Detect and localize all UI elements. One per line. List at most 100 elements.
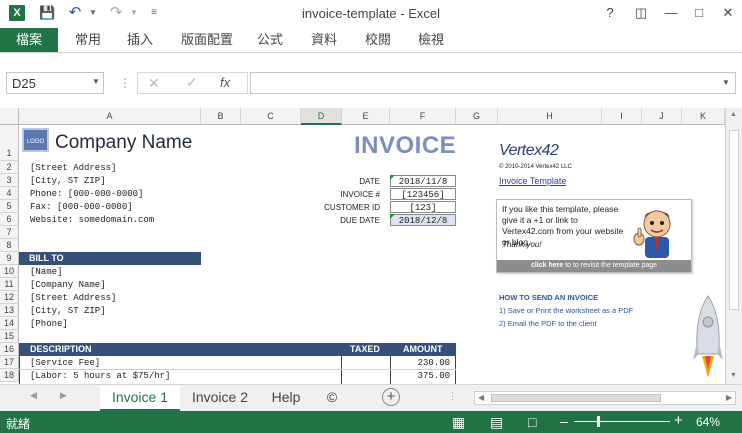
sheet-prev-icon[interactable]: ◀ xyxy=(30,390,37,401)
formula-input[interactable] xyxy=(250,72,736,94)
horizontal-scrollbar[interactable]: ◀ ▶ xyxy=(474,391,736,405)
row-header[interactable]: 18 xyxy=(0,369,19,382)
tab-home[interactable]: 常用 xyxy=(68,28,108,52)
column-header-h[interactable]: H xyxy=(498,108,602,125)
minimize-icon[interactable]: — xyxy=(663,5,679,21)
tab-insert[interactable]: 插入 xyxy=(120,28,160,52)
row-header[interactable]: 17 xyxy=(0,356,19,369)
zoom-slider-track[interactable] xyxy=(574,421,670,422)
date-value[interactable]: 2018/11/8 xyxy=(390,175,456,187)
invoice-number-value[interactable]: [123456] xyxy=(390,188,456,200)
row-header[interactable]: 15 xyxy=(0,330,19,343)
row-header[interactable]: 6 xyxy=(0,213,19,226)
sheet-next-icon[interactable]: ▶ xyxy=(60,390,67,401)
description-header[interactable]: DESCRIPTION xyxy=(30,343,92,356)
address-line[interactable]: Phone: [000-000-0000] xyxy=(30,189,143,199)
bill-to-line[interactable]: [Phone] xyxy=(30,319,68,329)
tab-review[interactable]: 校閱 xyxy=(356,28,400,52)
amount-header[interactable]: AMOUNT xyxy=(403,343,443,356)
enter-check-icon[interactable]: ✓ xyxy=(186,74,198,91)
row-header[interactable]: 9 xyxy=(0,252,19,265)
row-header[interactable]: 2 xyxy=(0,161,19,174)
column-header-g[interactable]: G xyxy=(456,108,498,125)
bill-to-line[interactable]: [Name] xyxy=(30,267,62,277)
expand-formula-bar-icon[interactable]: ▼ xyxy=(722,78,730,87)
sheet-tab-invoice-1[interactable]: Invoice 1 xyxy=(100,385,180,411)
bill-to-line[interactable]: [Street Address] xyxy=(30,293,116,303)
column-header-c[interactable]: C xyxy=(241,108,301,125)
formula-bar-grip-icon[interactable]: ⋮ xyxy=(119,76,131,90)
cancel-icon[interactable]: ✕ xyxy=(148,75,160,92)
bill-to-line[interactable]: [Company Name] xyxy=(30,280,106,290)
name-box-dropdown-icon[interactable]: ▼ xyxy=(92,77,100,86)
item-amount[interactable]: 230.00 xyxy=(400,358,450,368)
tab-formulas[interactable]: 公式 xyxy=(250,28,290,52)
zoom-in-icon[interactable]: + xyxy=(674,412,683,429)
row-header[interactable]: 10 xyxy=(0,265,19,278)
sheet-tab-invoice-2[interactable]: Invoice 2 xyxy=(182,385,258,409)
row-header[interactable]: 5 xyxy=(0,200,19,213)
sheet-tab-copyright[interactable]: © xyxy=(314,385,350,409)
tab-file[interactable]: 檔案 xyxy=(0,28,58,52)
horizontal-scroll-thumb[interactable] xyxy=(491,394,661,402)
vertical-scroll-thumb[interactable] xyxy=(729,130,739,310)
column-header-a[interactable]: A xyxy=(19,108,201,125)
zoom-level[interactable]: 64% xyxy=(696,415,720,429)
new-sheet-icon[interactable]: + xyxy=(382,388,400,406)
select-all-corner[interactable] xyxy=(0,108,19,125)
item-amount[interactable]: 375.00 xyxy=(400,371,450,381)
tab-page-layout[interactable]: 版面配置 xyxy=(174,28,240,52)
customer-id-value[interactable]: [123] xyxy=(390,201,456,213)
row-header[interactable]: 13 xyxy=(0,304,19,317)
page-layout-view-icon[interactable]: ▤ xyxy=(490,414,503,431)
column-header-f[interactable]: F xyxy=(390,108,456,125)
ribbon-display-options-icon[interactable]: ◫ xyxy=(633,5,649,21)
row-header[interactable]: 1 xyxy=(0,125,19,161)
item-description[interactable]: [Service Fee] xyxy=(30,358,100,368)
sheet-tabs-splitter-icon[interactable]: ⋮ xyxy=(448,391,457,402)
item-description[interactable]: [Labor: 5 hours at $75/hr] xyxy=(30,371,170,381)
scroll-left-icon[interactable]: ◀ xyxy=(478,393,484,402)
address-line[interactable]: [Street Address] xyxy=(30,163,116,173)
zoom-slider-thumb[interactable] xyxy=(597,416,600,427)
help-icon[interactable]: ? xyxy=(602,5,618,21)
address-line[interactable]: Website: somedomain.com xyxy=(30,215,154,225)
promo-footer-link[interactable]: click here xyxy=(531,262,563,269)
row-header[interactable]: 11 xyxy=(0,278,19,291)
row-header[interactable]: 16 xyxy=(0,343,19,356)
row-header[interactable]: 3 xyxy=(0,174,19,187)
taxed-header[interactable]: TAXED xyxy=(350,343,380,356)
company-name[interactable]: Company Name xyxy=(55,132,192,154)
worksheet-grid[interactable]: A B C D E F G H I J K 1 2 3 4 5 6 7 8 9 … xyxy=(0,108,742,384)
promo-footer[interactable]: click here to to revisit the template pa… xyxy=(497,260,691,272)
vertical-scrollbar[interactable]: ▲ ▼ xyxy=(725,108,742,384)
address-line[interactable]: [City, ST ZIP] xyxy=(30,176,106,186)
zoom-out-icon[interactable]: – xyxy=(560,413,568,429)
bill-to-line[interactable]: [City, ST ZIP] xyxy=(30,306,106,316)
name-box[interactable]: D25 xyxy=(6,72,104,94)
tab-data[interactable]: 資料 xyxy=(302,28,346,52)
promo-box[interactable]: If you like this template, please give i… xyxy=(496,199,692,273)
invoice-title[interactable]: INVOICE xyxy=(354,132,456,160)
row-header[interactable]: 7 xyxy=(0,226,19,239)
column-header-j[interactable]: J xyxy=(642,108,682,125)
row-header[interactable]: 12 xyxy=(0,291,19,304)
page-break-preview-icon[interactable]: □ xyxy=(528,414,536,430)
column-header-i[interactable]: I xyxy=(602,108,642,125)
column-header-k[interactable]: K xyxy=(682,108,725,125)
scroll-right-icon[interactable]: ▶ xyxy=(726,393,732,402)
column-header-b[interactable]: B xyxy=(201,108,241,125)
bill-to-header[interactable]: BILL TO xyxy=(19,252,201,265)
row-header[interactable]: 8 xyxy=(0,239,19,252)
close-icon[interactable]: ✕ xyxy=(720,5,736,21)
row-header[interactable]: 4 xyxy=(0,187,19,200)
sheet-tab-help[interactable]: Help xyxy=(262,385,310,409)
maximize-icon[interactable]: □ xyxy=(691,5,707,21)
due-date-value[interactable]: 2018/12/8 xyxy=(390,214,456,226)
insert-function-icon[interactable]: fx xyxy=(220,75,230,90)
column-header-d[interactable]: D xyxy=(301,108,342,125)
invoice-template-link[interactable]: Invoice Template xyxy=(499,176,566,186)
scroll-down-icon[interactable]: ▼ xyxy=(730,372,737,379)
tab-view[interactable]: 檢視 xyxy=(409,28,453,52)
normal-view-icon[interactable]: ▦ xyxy=(452,414,465,431)
